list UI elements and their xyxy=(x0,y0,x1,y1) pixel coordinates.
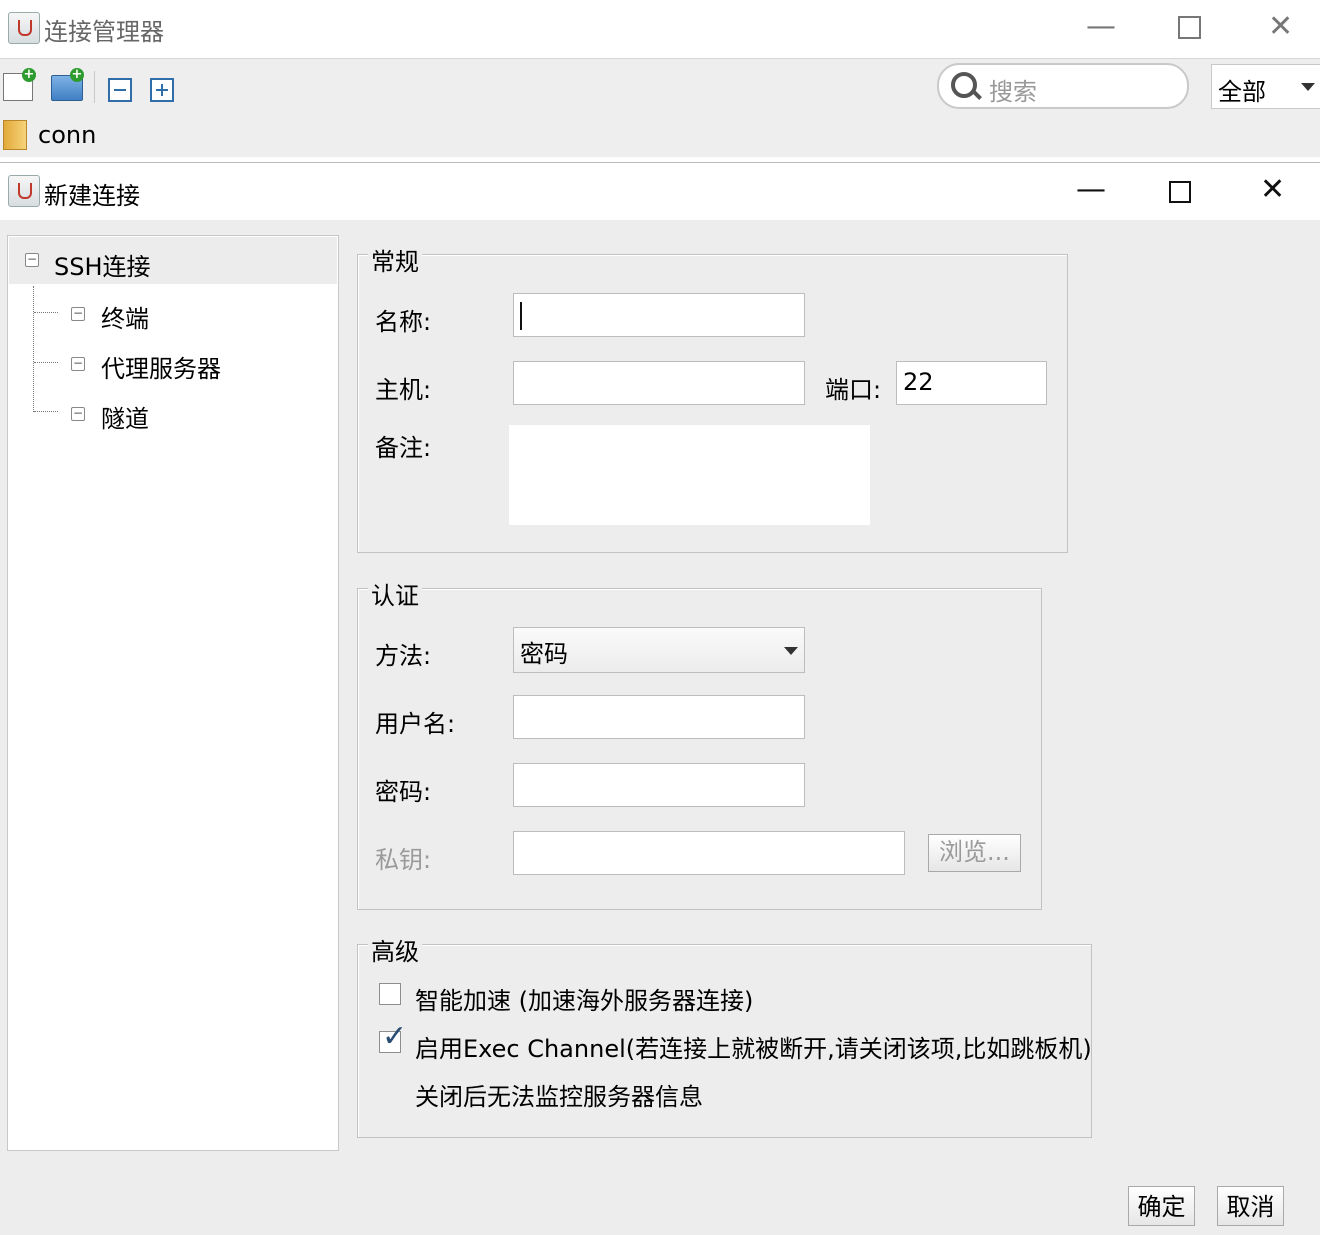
minimize-icon[interactable]: — xyxy=(1086,12,1116,42)
text-cursor xyxy=(520,302,522,330)
dialog-titlebar: 新建连接 — ✕ xyxy=(0,163,1320,220)
scope-dropdown[interactable]: 全部 xyxy=(1211,64,1320,109)
folder-icon xyxy=(3,120,27,150)
dialog-title: 新建连接 xyxy=(44,182,140,210)
tree-item-tunnel[interactable]: − 隧道 xyxy=(63,394,323,434)
smart-accel-label: 智能加速 (加速海外服务器连接) xyxy=(415,987,754,1015)
private-key-label: 私钥: xyxy=(375,846,432,874)
scope-value: 全部 xyxy=(1218,78,1266,106)
port-field[interactable]: 22 xyxy=(896,361,1047,405)
method-label: 方法: xyxy=(375,642,432,670)
cancel-button[interactable]: 取消 xyxy=(1217,1186,1284,1226)
tree-item-label: 代理服务器 xyxy=(101,355,221,383)
maximize-icon[interactable] xyxy=(1178,16,1201,39)
private-key-field[interactable] xyxy=(513,831,905,875)
ok-button[interactable]: 确定 xyxy=(1128,1186,1195,1226)
chevron-down-icon xyxy=(784,647,798,655)
checkmark-icon: ✓ xyxy=(382,1019,408,1054)
search-input[interactable]: 搜索 xyxy=(937,63,1189,109)
username-label: 用户名: xyxy=(375,710,456,738)
tree-item-label: SSH连接 xyxy=(54,253,151,281)
collapse-toggle-icon[interactable]: − xyxy=(71,407,85,421)
tree-item-terminal[interactable]: − 终端 xyxy=(63,294,323,334)
close-icon[interactable]: ✕ xyxy=(1260,175,1285,205)
tree-root-label: conn xyxy=(38,121,97,149)
notes-label: 备注: xyxy=(375,434,432,462)
tree-item-label: 隧道 xyxy=(101,405,149,433)
chevron-down-icon xyxy=(1301,83,1315,91)
name-label: 名称: xyxy=(375,308,432,336)
exec-channel-checkbox[interactable]: ✓ xyxy=(379,1022,407,1053)
connection-tree-row[interactable]: conn xyxy=(0,115,1320,157)
notes-textarea[interactable] xyxy=(509,425,870,525)
new-folder-icon[interactable]: + xyxy=(51,68,84,101)
exec-channel-label: 启用Exec Channel(若连接上就被断开,请关闭该项,比如跳板机) xyxy=(415,1035,1092,1063)
method-select[interactable]: 密码 xyxy=(513,627,805,673)
new-connection-dialog: 新建连接 — ✕ − SSH连接 − 终端 − 代理服务器 − 隧道 常规 名称… xyxy=(0,162,1320,1235)
manager-titlebar: 连接管理器 — ✕ xyxy=(0,0,1320,57)
java-app-icon xyxy=(8,175,40,207)
toolbar-separator xyxy=(94,71,95,103)
exec-channel-note: 关闭后无法监控服务器信息 xyxy=(415,1083,703,1111)
host-field[interactable] xyxy=(513,361,805,405)
collapse-toggle-icon[interactable]: − xyxy=(71,357,85,371)
method-value: 密码 xyxy=(520,640,568,668)
java-app-icon xyxy=(8,12,40,44)
search-placeholder: 搜索 xyxy=(989,78,1037,106)
manager-window-title: 连接管理器 xyxy=(44,18,164,46)
advanced-legend: 高级 xyxy=(368,932,422,967)
username-field[interactable] xyxy=(513,695,805,739)
tree-item-ssh[interactable]: − SSH连接 xyxy=(9,237,337,284)
tree-item-label: 终端 xyxy=(101,305,149,333)
expand-all-icon[interactable] xyxy=(150,78,174,102)
port-label: 端口: xyxy=(825,376,882,404)
tree-item-proxy[interactable]: − 代理服务器 xyxy=(63,344,323,384)
name-field[interactable] xyxy=(513,293,805,337)
general-legend: 常规 xyxy=(368,242,422,277)
maximize-icon[interactable] xyxy=(1169,181,1191,203)
browse-button[interactable]: 浏览... xyxy=(928,834,1021,872)
collapse-toggle-icon[interactable]: − xyxy=(25,253,39,267)
smart-accel-checkbox[interactable] xyxy=(379,983,401,1005)
collapse-all-icon[interactable] xyxy=(108,78,132,102)
host-label: 主机: xyxy=(375,376,432,404)
settings-tree: − SSH连接 − 终端 − 代理服务器 − 隧道 xyxy=(7,235,339,1151)
collapse-toggle-icon[interactable]: − xyxy=(71,307,85,321)
auth-legend: 认证 xyxy=(368,576,422,611)
password-field[interactable] xyxy=(513,763,805,807)
close-icon[interactable]: ✕ xyxy=(1268,12,1293,42)
password-label: 密码: xyxy=(375,778,432,806)
new-connection-icon[interactable]: + xyxy=(3,68,36,101)
minimize-icon[interactable]: — xyxy=(1076,175,1106,205)
